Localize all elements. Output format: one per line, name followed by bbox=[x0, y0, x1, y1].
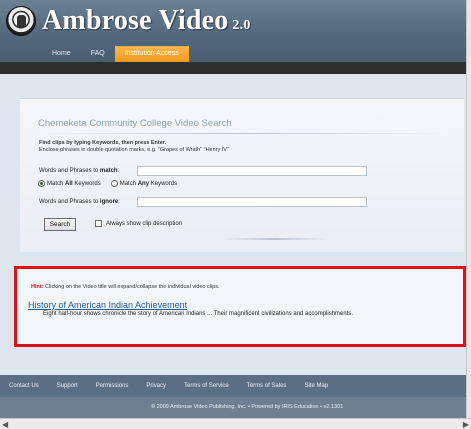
radio-match-all[interactable] bbox=[38, 180, 45, 187]
search-button[interactable]: Search bbox=[44, 218, 76, 231]
header: Ambrose Video 2.0 Home FAQ Institution Ac… bbox=[0, 0, 466, 62]
match-mode-radios: Match All Keywords Match Any Keywords bbox=[38, 180, 177, 187]
footer-links: Contact Us Support Permissions Privacy T… bbox=[0, 375, 337, 397]
hint-label: Hint: bbox=[31, 284, 44, 290]
always-show-description-label: Always show clip description bbox=[106, 220, 183, 227]
copyright-text: © 2009 Ambrose Video Publishing, Inc. • … bbox=[151, 404, 344, 410]
brand-name: Ambrose Video bbox=[42, 5, 229, 36]
hint-text: Hint: Clicking on the Video title will e… bbox=[31, 284, 220, 290]
footer-link-terms-of-service[interactable]: Terms of Service bbox=[175, 383, 238, 389]
search-title: Chemeketa Community College Video Search bbox=[38, 118, 232, 129]
ignore-field-label: Words and Phrases to ignore: bbox=[39, 199, 120, 205]
footer-links-bar: Contact Us Support Permissions Privacy T… bbox=[0, 375, 466, 397]
top-nav: Home FAQ Institution Access bbox=[42, 46, 189, 62]
radio-match-any[interactable] bbox=[110, 180, 118, 187]
nav-tab-faq[interactable]: FAQ bbox=[81, 46, 115, 62]
search-instruction-example: Enclose phrases in double quotation mark… bbox=[39, 147, 229, 153]
ignore-input[interactable] bbox=[137, 197, 367, 207]
footer-link-support[interactable]: Support bbox=[48, 383, 87, 389]
vertical-scrollbar[interactable] bbox=[466, 0, 471, 418]
search-panel: Chemeketa Community College Video Search… bbox=[20, 98, 464, 252]
header-strip bbox=[0, 62, 466, 74]
video-description: Eight half-hour shows chronicle the stor… bbox=[43, 311, 354, 317]
nav-tab-home[interactable]: Home bbox=[42, 46, 81, 62]
nav-tab-institution-access[interactable]: Institution Access bbox=[114, 46, 189, 62]
footer-link-permissions[interactable]: Permissions bbox=[87, 383, 138, 389]
divider bbox=[220, 238, 330, 240]
video-title-link[interactable]: History of American Indian Achievement bbox=[28, 300, 187, 310]
radio-match-any-label: Match Any Keywords bbox=[119, 180, 178, 187]
search-instruction: Find clips by typing Keywords, then pres… bbox=[39, 140, 167, 146]
footer-link-site-map[interactable]: Site Map bbox=[295, 383, 337, 389]
arrow-right-icon[interactable]: ▶ bbox=[463, 420, 469, 429]
footer-link-privacy[interactable]: Privacy bbox=[137, 383, 175, 389]
radio-match-all-label: Match All Keywords bbox=[47, 180, 101, 187]
match-input[interactable] bbox=[137, 166, 367, 176]
brand-version: 2.0 bbox=[232, 18, 251, 33]
seal-logo-icon bbox=[6, 6, 36, 36]
horizontal-scrollbar[interactable]: ◀ ▶ bbox=[0, 418, 471, 429]
always-show-description-checkbox[interactable] bbox=[95, 220, 102, 227]
divider bbox=[38, 133, 448, 134]
footer-link-contact-us[interactable]: Contact Us bbox=[0, 383, 48, 389]
footer-link-terms-of-sales[interactable]: Terms of Sales bbox=[238, 383, 296, 389]
arrow-left-icon[interactable]: ◀ bbox=[2, 420, 8, 429]
brand-title[interactable]: Ambrose Video 2.0 bbox=[42, 5, 251, 37]
footer-bottom: © 2009 Ambrose Video Publishing, Inc. • … bbox=[0, 397, 466, 418]
results-panel: Hint: Clicking on the Video title will e… bbox=[14, 266, 466, 347]
always-show-description-option: Always show clip description bbox=[95, 220, 182, 227]
match-field-label: Words and Phrases to match: bbox=[39, 168, 120, 174]
page: Ambrose Video 2.0 Home FAQ Institution Ac… bbox=[0, 0, 471, 429]
